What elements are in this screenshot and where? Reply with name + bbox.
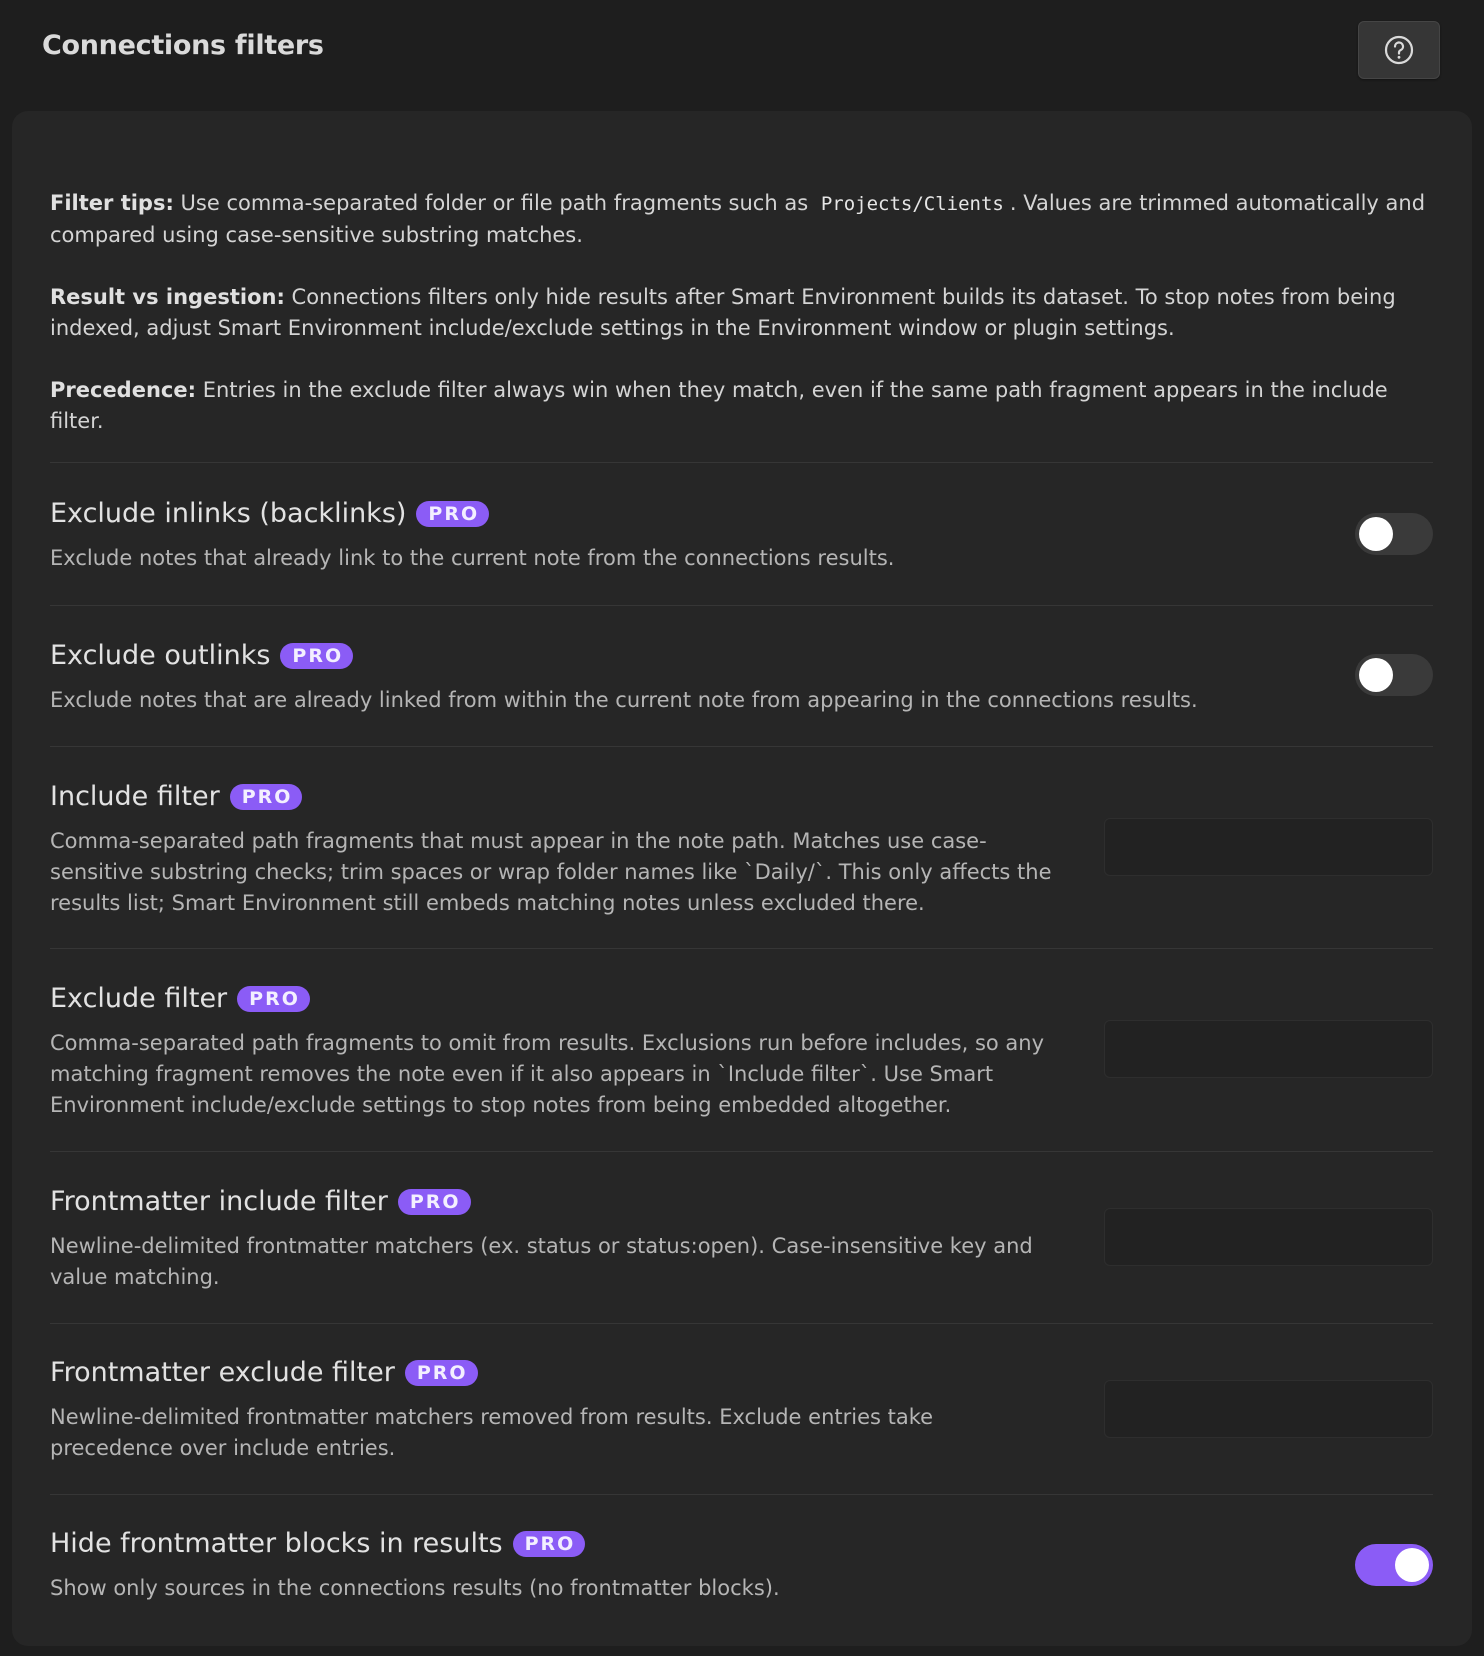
setting-name-exclude-filter: Exclude filter PRO xyxy=(50,983,310,1014)
result-vs-ingestion-paragraph: Result vs ingestion: Connections filters… xyxy=(50,282,1435,344)
result-vs-ingestion-label: Result vs ingestion: xyxy=(50,285,285,309)
divider xyxy=(50,746,1433,747)
frontmatter-include-input[interactable] xyxy=(1104,1208,1433,1266)
setting-label: Exclude inlinks (backlinks) xyxy=(50,498,407,529)
precedence-paragraph: Precedence: Entries in the exclude filte… xyxy=(50,375,1435,437)
exclude-outlinks-toggle[interactable] xyxy=(1355,654,1433,696)
pro-badge: PRO xyxy=(229,783,303,810)
setting-label: Frontmatter exclude filter xyxy=(50,1357,395,1388)
pro-badge: PRO xyxy=(416,500,490,527)
toggle-knob xyxy=(1359,517,1393,551)
divider xyxy=(50,462,1433,463)
setting-desc-hide-frontmatter: Show only sources in the connections res… xyxy=(50,1576,780,1600)
filter-tips-section: Filter tips: Use comma-separated folder … xyxy=(50,188,1435,468)
setting-label: Include filter xyxy=(50,781,220,812)
setting-desc-frontmatter-exclude: Newline-delimited frontmatter matchers r… xyxy=(50,1405,934,1460)
setting-label: Exclude filter xyxy=(50,983,228,1014)
setting-name-exclude-outlinks: Exclude outlinks PRO xyxy=(50,640,354,671)
pro-badge: PRO xyxy=(397,1188,471,1215)
pro-badge: PRO xyxy=(280,642,354,669)
divider xyxy=(50,948,1433,949)
modal-header: Connections filters xyxy=(0,0,1484,110)
path-example-code: Projects/Clients xyxy=(820,193,1004,215)
setting-desc-frontmatter-include: Newline-delimited frontmatter matchers (… xyxy=(50,1234,1033,1289)
divider xyxy=(50,1151,1433,1152)
pro-badge: PRO xyxy=(512,1530,586,1557)
divider xyxy=(50,605,1433,606)
divider xyxy=(50,1323,1433,1324)
setting-desc-exclude-outlinks: Exclude notes that are already linked fr… xyxy=(50,688,1198,712)
help-button[interactable] xyxy=(1358,21,1440,79)
filter-tips-label: Filter tips: xyxy=(50,191,174,215)
setting-desc-exclude-filter: Comma-separated path fragments to omit f… xyxy=(50,1031,1045,1117)
toggle-knob xyxy=(1359,658,1393,692)
setting-label: Frontmatter include filter xyxy=(50,1186,388,1217)
toggle-knob xyxy=(1395,1548,1429,1582)
setting-name-frontmatter-include: Frontmatter include filter PRO xyxy=(50,1186,471,1217)
filter-tips-paragraph: Filter tips: Use comma-separated folder … xyxy=(50,188,1435,251)
setting-label: Exclude outlinks xyxy=(50,640,271,671)
exclude-inlinks-toggle[interactable] xyxy=(1355,513,1433,555)
setting-name-frontmatter-exclude: Frontmatter exclude filter PRO xyxy=(50,1357,478,1388)
precedence-label: Precedence: xyxy=(50,378,196,402)
setting-desc-include-filter: Comma-separated path fragments that must… xyxy=(50,829,1052,915)
page-title: Connections filters xyxy=(42,30,324,61)
question-circle-icon xyxy=(1384,35,1414,65)
exclude-filter-input[interactable] xyxy=(1104,1020,1433,1078)
setting-label: Hide frontmatter blocks in results xyxy=(50,1528,503,1559)
filter-tips-text-before: Use comma-separated folder or file path … xyxy=(180,191,809,215)
include-filter-input[interactable] xyxy=(1104,818,1433,876)
precedence-text: Entries in the exclude filter always win… xyxy=(50,378,1388,433)
pro-badge: PRO xyxy=(237,985,310,1012)
setting-name-hide-frontmatter: Hide frontmatter blocks in results PRO xyxy=(50,1528,586,1559)
setting-name-include-filter: Include filter PRO xyxy=(50,781,303,812)
pro-badge: PRO xyxy=(404,1359,478,1386)
hide-frontmatter-toggle[interactable] xyxy=(1355,1544,1433,1586)
frontmatter-exclude-input[interactable] xyxy=(1104,1380,1433,1438)
divider xyxy=(50,1494,1433,1495)
setting-name-exclude-inlinks: Exclude inlinks (backlinks) PRO xyxy=(50,498,490,529)
setting-desc-exclude-inlinks: Exclude notes that already link to the c… xyxy=(50,546,895,570)
